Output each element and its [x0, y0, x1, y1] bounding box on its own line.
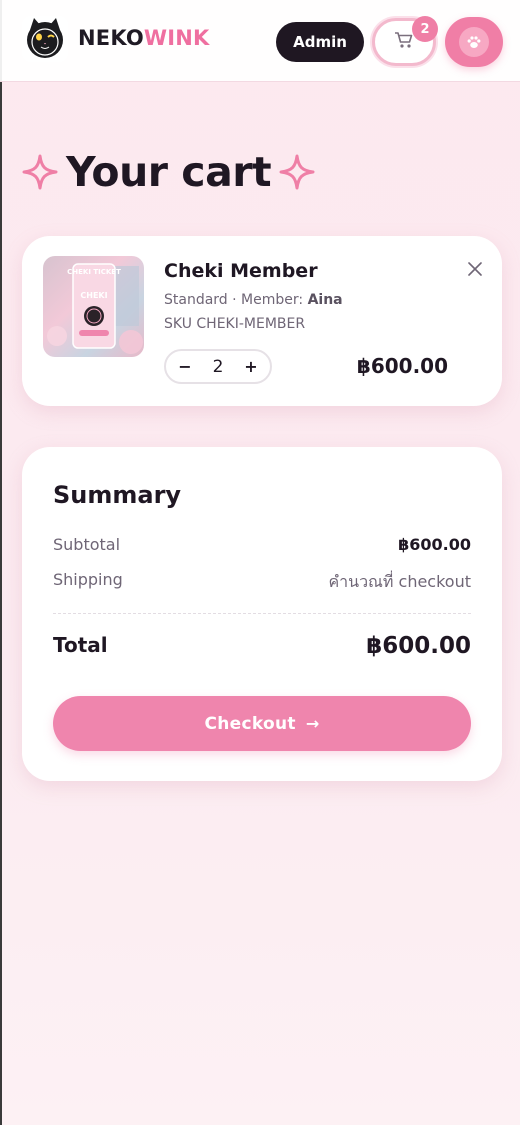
total-label: Total: [53, 633, 108, 657]
increment-button[interactable]: +: [244, 357, 258, 376]
sparkle-icon: [279, 154, 315, 190]
top-navbar: NEKOWINK Admin 2: [0, 0, 520, 82]
subtotal-value: ฿600.00: [398, 535, 471, 554]
window-edge: [0, 0, 2, 1125]
brand-wordmark[interactable]: NEKOWINK: [78, 26, 210, 50]
thumbnail-label: CHEKI: [80, 291, 107, 300]
subtotal-label: Subtotal: [53, 535, 121, 554]
shipping-label: Shipping: [53, 570, 123, 589]
paw-icon: [459, 27, 489, 57]
summary-title: Summary: [53, 481, 182, 509]
quantity-value[interactable]: 2: [213, 357, 224, 377]
total-value: ฿600.00: [366, 633, 471, 659]
page-title: Your cart: [66, 148, 272, 196]
sparkle-icon: [22, 154, 58, 190]
page-title-row: Your cart: [22, 142, 315, 202]
brand-part-2: WINK: [143, 26, 210, 50]
shipping-value: คำนวณที่ checkout: [328, 572, 471, 591]
brand-part-1: NEKO: [78, 26, 144, 50]
close-icon: [468, 262, 482, 276]
product-thumbnail[interactable]: CHEKI TICKET CHEKI: [43, 256, 144, 357]
item-name[interactable]: Cheki Member: [164, 260, 318, 282]
thumbnail-title: CHEKI TICKET: [67, 268, 121, 276]
quantity-stepper: − 2 +: [164, 349, 272, 384]
variant-text: Standard · Member:: [164, 292, 308, 308]
remove-item-button[interactable]: [464, 258, 486, 280]
cart-count-badge: 2: [412, 16, 438, 42]
checkout-button[interactable]: Checkout →: [53, 696, 471, 751]
item-sku: SKU CHEKI-MEMBER: [164, 316, 306, 332]
item-variant: Standard · Member: Aina: [164, 292, 343, 308]
decrement-button[interactable]: −: [178, 357, 192, 376]
cart-icon: [394, 31, 414, 53]
arrow-right-icon: →: [305, 714, 320, 733]
cat-logo-icon[interactable]: [22, 16, 68, 62]
summary-divider: [53, 613, 471, 614]
admin-button[interactable]: Admin: [276, 22, 364, 62]
variant-member: Aina: [307, 292, 343, 308]
order-summary-card: Summary Subtotal ฿600.00 Shipping คำนวณท…: [22, 447, 502, 781]
checkout-label: Checkout: [204, 713, 296, 734]
item-price: ฿600.00: [356, 354, 448, 378]
profile-button[interactable]: [445, 17, 503, 67]
cart-item-card: CHEKI TICKET CHEKI Cheki Member Standard…: [22, 236, 502, 406]
